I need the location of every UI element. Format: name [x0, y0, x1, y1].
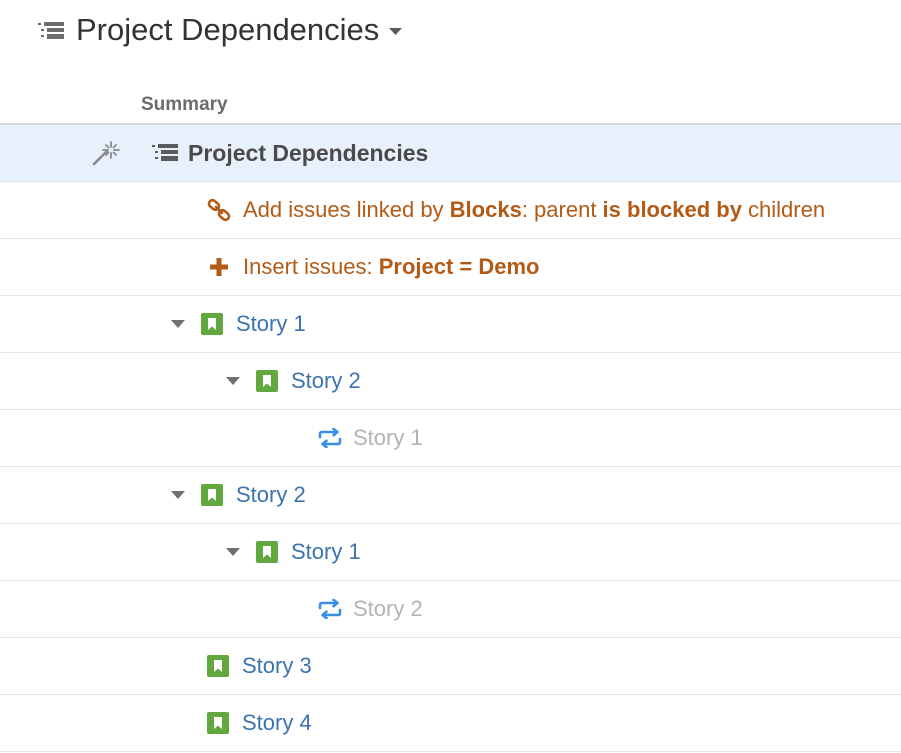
generator-insert-text[interactable]: Insert issues: Project = Demo — [243, 254, 540, 280]
expand-collapse-icon[interactable] — [226, 376, 240, 386]
table-row[interactable]: Story 1 — [0, 524, 901, 581]
table-row[interactable]: Story 3 — [0, 638, 901, 695]
issue-link[interactable]: Story 2 — [236, 482, 306, 508]
table-row-generator-insert[interactable]: Insert issues: Project = Demo — [0, 239, 901, 296]
story-icon — [201, 313, 223, 335]
link-type: Blocks — [449, 197, 522, 222]
duplicate-icon — [318, 599, 342, 619]
plus-icon — [210, 258, 228, 276]
caret-down-icon[interactable] — [389, 28, 402, 36]
generator-links-cell: Add issues linked by Blocks: parent is b… — [207, 182, 825, 238]
link-direction: is blocked by — [602, 197, 742, 222]
structure-icon — [152, 144, 178, 161]
root-cell: Project Dependencies — [152, 125, 428, 181]
magic-wand-icon[interactable] — [92, 140, 120, 166]
table-row[interactable]: Story 2 — [0, 353, 901, 410]
root-label: Project Dependencies — [188, 139, 429, 166]
table-row[interactable]: Story 2 — [0, 467, 901, 524]
issue-link[interactable]: Story 2 — [291, 368, 361, 394]
issue-link[interactable]: Story 3 — [242, 653, 312, 679]
page-header: Project Dependencies — [0, 0, 901, 64]
table-row-generator-links[interactable]: Add issues linked by Blocks: parent is b… — [0, 182, 901, 239]
duplicate-icon — [318, 428, 342, 448]
page-title: Project Dependencies — [76, 12, 380, 47]
generator-insert-cell: Insert issues: Project = Demo — [207, 239, 540, 295]
story-icon — [207, 655, 229, 677]
insert-query: Project = Demo — [378, 254, 540, 279]
story-icon — [207, 712, 229, 734]
table-row[interactable]: Story 1 — [0, 296, 901, 353]
generator-links-text[interactable]: Add issues linked by Blocks: parent is b… — [243, 197, 825, 223]
table-row[interactable]: Story 2 — [0, 581, 901, 638]
duplicate-issue-label[interactable]: Story 2 — [353, 596, 423, 622]
table-row-root[interactable]: Project Dependencies — [0, 125, 901, 182]
duplicate-issue-label[interactable]: Story 1 — [353, 425, 423, 451]
expand-collapse-icon[interactable] — [171, 490, 185, 500]
table-row[interactable]: Story 1 — [0, 410, 901, 467]
issue-link[interactable]: Story 1 — [236, 311, 306, 337]
story-icon — [256, 370, 278, 392]
table-row[interactable]: Story 4 — [0, 695, 901, 752]
column-header-summary[interactable]: Summary — [141, 94, 228, 116]
expand-collapse-icon[interactable] — [226, 547, 240, 557]
link-icon — [207, 198, 231, 222]
issue-link[interactable]: Story 4 — [242, 710, 312, 736]
structure-icon — [38, 22, 64, 39]
story-icon — [256, 541, 278, 563]
story-icon — [201, 484, 223, 506]
expand-collapse-icon[interactable] — [171, 319, 185, 329]
issue-link[interactable]: Story 1 — [291, 539, 361, 565]
